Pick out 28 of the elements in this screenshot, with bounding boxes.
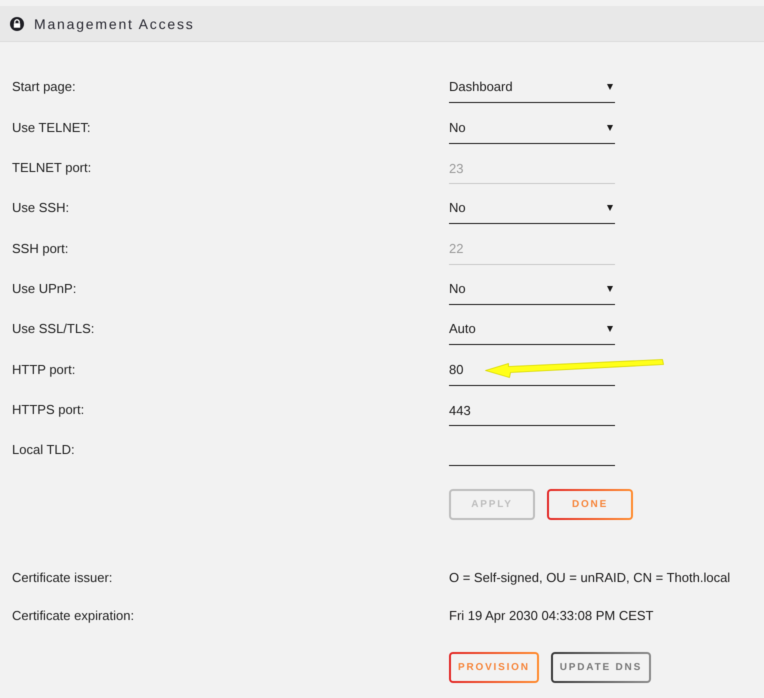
dropdown-field[interactable]: No	[449, 106, 615, 144]
lock-icon	[10, 16, 24, 30]
field-label: Certificate expiration:	[12, 608, 136, 624]
caret-icon	[607, 124, 613, 131]
certificate-value: O = Self-signed, OU = unRAID, CN = Thoth.local	[449, 570, 732, 586]
caret-icon	[607, 205, 613, 212]
field-label: TELNET port:	[12, 160, 92, 176]
field-label: Use SSH:	[12, 200, 70, 216]
field-label: Local TLD:	[12, 442, 76, 458]
caret-icon	[607, 84, 613, 90]
field-label: Use SSL/TLS:	[12, 321, 96, 338]
dropdown-field[interactable]: Dashboard	[449, 65, 615, 104]
field-label: HTTPS port:	[12, 402, 86, 418]
field-label: Use TELNET:	[12, 120, 92, 136]
dropdown-field[interactable]: Auto	[449, 307, 615, 346]
caret-icon	[607, 326, 613, 332]
field-label: Start page:	[12, 79, 77, 96]
field-label: HTTP port:	[12, 362, 76, 378]
caret-icon	[607, 286, 613, 292]
field-label: SSH port:	[12, 240, 70, 257]
field-label: Use UPnP:	[12, 280, 78, 297]
field-label: Certificate issuer:	[12, 570, 114, 586]
secondary-button[interactable]: UPDATE DNS	[550, 652, 652, 684]
input-field[interactable]: 443	[449, 388, 615, 426]
section-title: Management Access	[34, 16, 195, 32]
dropdown-field[interactable]: No	[449, 267, 615, 306]
dropdown-field[interactable]: No	[449, 186, 615, 224]
certificate-value: Fri 19 Apr 2030 04:33:08 PM CEST	[449, 608, 654, 624]
